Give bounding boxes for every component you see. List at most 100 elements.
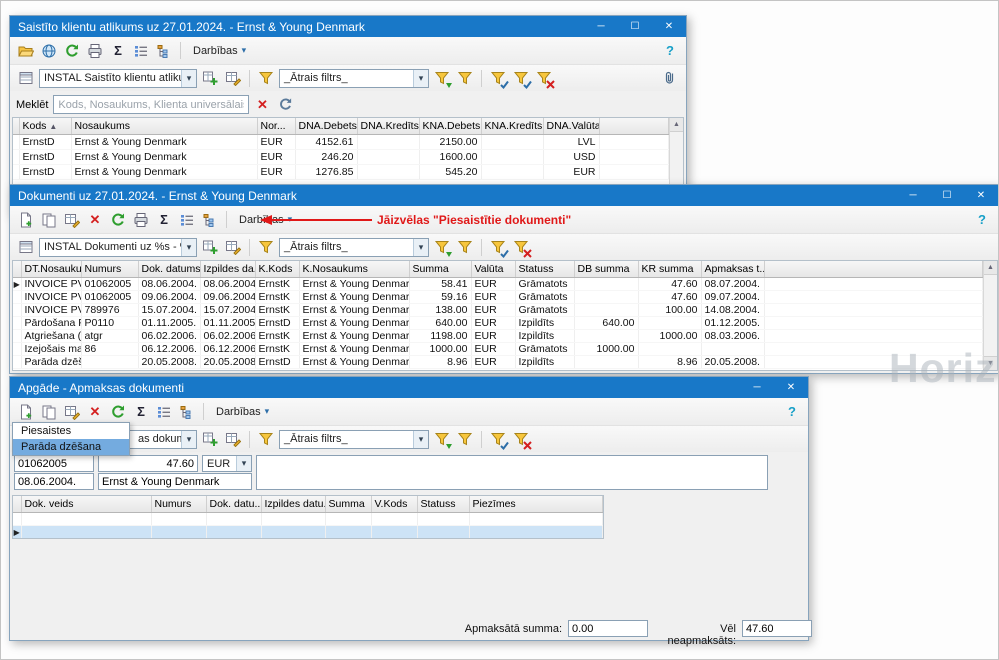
tree-view-icon[interactable] xyxy=(177,402,197,422)
close-button[interactable]: ✕ xyxy=(964,185,998,206)
view-menu-icon[interactable] xyxy=(16,237,36,257)
table-row[interactable]: Parāda dzēš... 20.05.2008. 20.05.2008. E… xyxy=(13,356,983,369)
column-header[interactable]: Nosaukums xyxy=(71,118,257,135)
help-icon[interactable]: ? xyxy=(782,402,802,422)
titlebar[interactable]: Dokumenti uz 27.01.2024. - Ernst & Young… xyxy=(10,185,998,206)
sum-icon[interactable]: Σ xyxy=(108,41,128,61)
table-row[interactable] xyxy=(13,513,603,526)
titlebar[interactable]: Apgāde - Apmaksas dokumenti ─ ✕ xyxy=(10,377,808,398)
column-header[interactable]: Dok. veids xyxy=(21,496,151,513)
list-view-icon[interactable] xyxy=(131,41,151,61)
column-header[interactable]: Valūta xyxy=(471,261,515,278)
saved-filter-icon[interactable] xyxy=(488,237,508,257)
table-row[interactable]: Izejošais ma... 86 06.12.2006. 06.12.200… xyxy=(13,343,983,356)
quick-filter-select[interactable]: _Ātrais filtrs_ ▾ xyxy=(279,430,429,449)
open-folder-icon[interactable] xyxy=(16,41,36,61)
document-number-field[interactable] xyxy=(14,455,94,472)
minimize-button[interactable]: ─ xyxy=(584,16,618,37)
scroll-up-icon[interactable]: ▲ xyxy=(670,118,683,132)
globe-icon[interactable] xyxy=(39,41,59,61)
table-row[interactable]: ErnstD Ernst & Young Denmark EUR 246.20 … xyxy=(13,150,669,165)
currency-select[interactable]: EUR ▾ xyxy=(202,455,252,472)
view-select[interactable]: INSTAL Dokumenti uz %s - %s ▾ xyxy=(39,238,197,257)
list-view-icon[interactable] xyxy=(177,210,197,230)
column-header[interactable]: KR summa xyxy=(638,261,701,278)
vertical-scrollbar[interactable]: ▲ ▼ xyxy=(983,261,997,370)
refresh-icon[interactable] xyxy=(62,41,82,61)
column-header[interactable]: Dok. datu... xyxy=(206,496,261,513)
quick-filter-select[interactable]: _Ātrais filtrs_ ▾ xyxy=(279,69,429,88)
edit-filter-icon[interactable] xyxy=(455,68,475,88)
new-document-icon[interactable] xyxy=(16,402,36,422)
clear-filter-icon[interactable] xyxy=(534,68,554,88)
tree-view-icon[interactable] xyxy=(200,210,220,230)
clear-filter-icon[interactable] xyxy=(511,429,531,449)
maximize-button[interactable]: ☐ xyxy=(618,16,652,37)
maximize-button[interactable]: ☐ xyxy=(930,185,964,206)
column-header[interactable]: Summa xyxy=(409,261,471,278)
delete-icon[interactable]: ✕ xyxy=(85,210,105,230)
titlebar[interactable]: Saistīto klientu atlikums uz 27.01.2024.… xyxy=(10,16,686,37)
column-header[interactable]: Statuss xyxy=(417,496,469,513)
column-header[interactable]: DB summa xyxy=(574,261,638,278)
delete-icon[interactable]: ✕ xyxy=(85,402,105,422)
table-row[interactable]: ▶ INVOICE PVZ 01062005 08.06.2004. 08.06… xyxy=(13,278,983,291)
apply-filter-icon[interactable] xyxy=(432,237,452,257)
filter-icon[interactable] xyxy=(256,429,276,449)
copy-document-icon[interactable] xyxy=(39,402,59,422)
new-document-icon[interactable] xyxy=(16,210,36,230)
edit-grid-icon[interactable] xyxy=(62,402,82,422)
minimize-button[interactable]: ─ xyxy=(896,185,930,206)
add-view-icon[interactable] xyxy=(200,68,220,88)
actions-menu-button[interactable]: Darbības ▾ xyxy=(210,404,275,420)
close-button[interactable]: ✕ xyxy=(652,16,686,37)
column-header-kods[interactable]: Kods ▲ xyxy=(19,118,71,135)
search-refresh-icon[interactable] xyxy=(275,95,295,115)
search-input[interactable] xyxy=(53,95,249,114)
apply-filter-icon[interactable] xyxy=(432,429,452,449)
filter-icon[interactable] xyxy=(256,237,276,257)
filter-icon[interactable] xyxy=(256,68,276,88)
column-header[interactable]: DT.Nosauku... xyxy=(21,261,81,278)
view-menu-icon[interactable] xyxy=(16,68,36,88)
refresh-icon[interactable] xyxy=(108,402,128,422)
sum-icon[interactable]: Σ xyxy=(131,402,151,422)
document-date-field[interactable] xyxy=(14,473,94,490)
column-header[interactable]: Izpildes datu... xyxy=(261,496,325,513)
column-header[interactable]: K.Kods xyxy=(255,261,299,278)
table-row-selected[interactable]: ▶ xyxy=(13,526,603,539)
add-view-icon[interactable] xyxy=(200,429,220,449)
column-header[interactable]: DNA.Kredīts xyxy=(357,118,419,135)
column-header[interactable]: DNA.Debets xyxy=(295,118,357,135)
menu-item-parada-dzesana[interactable]: Parāda dzēšana xyxy=(13,439,129,455)
notes-field[interactable] xyxy=(256,455,768,490)
print-icon[interactable] xyxy=(131,210,151,230)
close-button[interactable]: ✕ xyxy=(774,377,808,398)
apply-filter-icon[interactable] xyxy=(432,68,452,88)
amount-field[interactable] xyxy=(98,455,198,472)
column-header[interactable]: Summa xyxy=(325,496,371,513)
column-header[interactable]: Izpildes da... xyxy=(200,261,255,278)
add-view-icon[interactable] xyxy=(200,237,220,257)
edit-filter-icon[interactable] xyxy=(455,237,475,257)
column-header[interactable]: Numurs xyxy=(151,496,206,513)
sum-icon[interactable]: Σ xyxy=(154,210,174,230)
table-row[interactable]: ErnstD Ernst & Young Denmark EUR 1276.85… xyxy=(13,165,669,180)
scroll-up-icon[interactable]: ▲ xyxy=(984,261,997,275)
copy-document-icon[interactable] xyxy=(39,210,59,230)
scroll-down-icon[interactable]: ▼ xyxy=(984,356,997,370)
clear-filter-icon[interactable] xyxy=(511,237,531,257)
actions-menu-button[interactable]: Darbības ▾ xyxy=(187,43,252,59)
quick-filter-select[interactable]: _Ātrais filtrs_ ▾ xyxy=(279,238,429,257)
column-header[interactable]: Nor... xyxy=(257,118,295,135)
column-header[interactable]: Numurs xyxy=(81,261,138,278)
column-header[interactable]: Dok. datums xyxy=(138,261,200,278)
view-settings-icon[interactable] xyxy=(223,68,243,88)
column-header[interactable]: Apmaksas t... xyxy=(701,261,764,278)
view-settings-icon[interactable] xyxy=(223,429,243,449)
tree-view-icon[interactable] xyxy=(154,41,174,61)
edit-grid-icon[interactable] xyxy=(62,210,82,230)
refresh-icon[interactable] xyxy=(108,210,128,230)
table-row[interactable]: INVOICE PVZ 789976 15.07.2004. 15.07.200… xyxy=(13,304,983,317)
saved-filter-icon[interactable] xyxy=(488,429,508,449)
